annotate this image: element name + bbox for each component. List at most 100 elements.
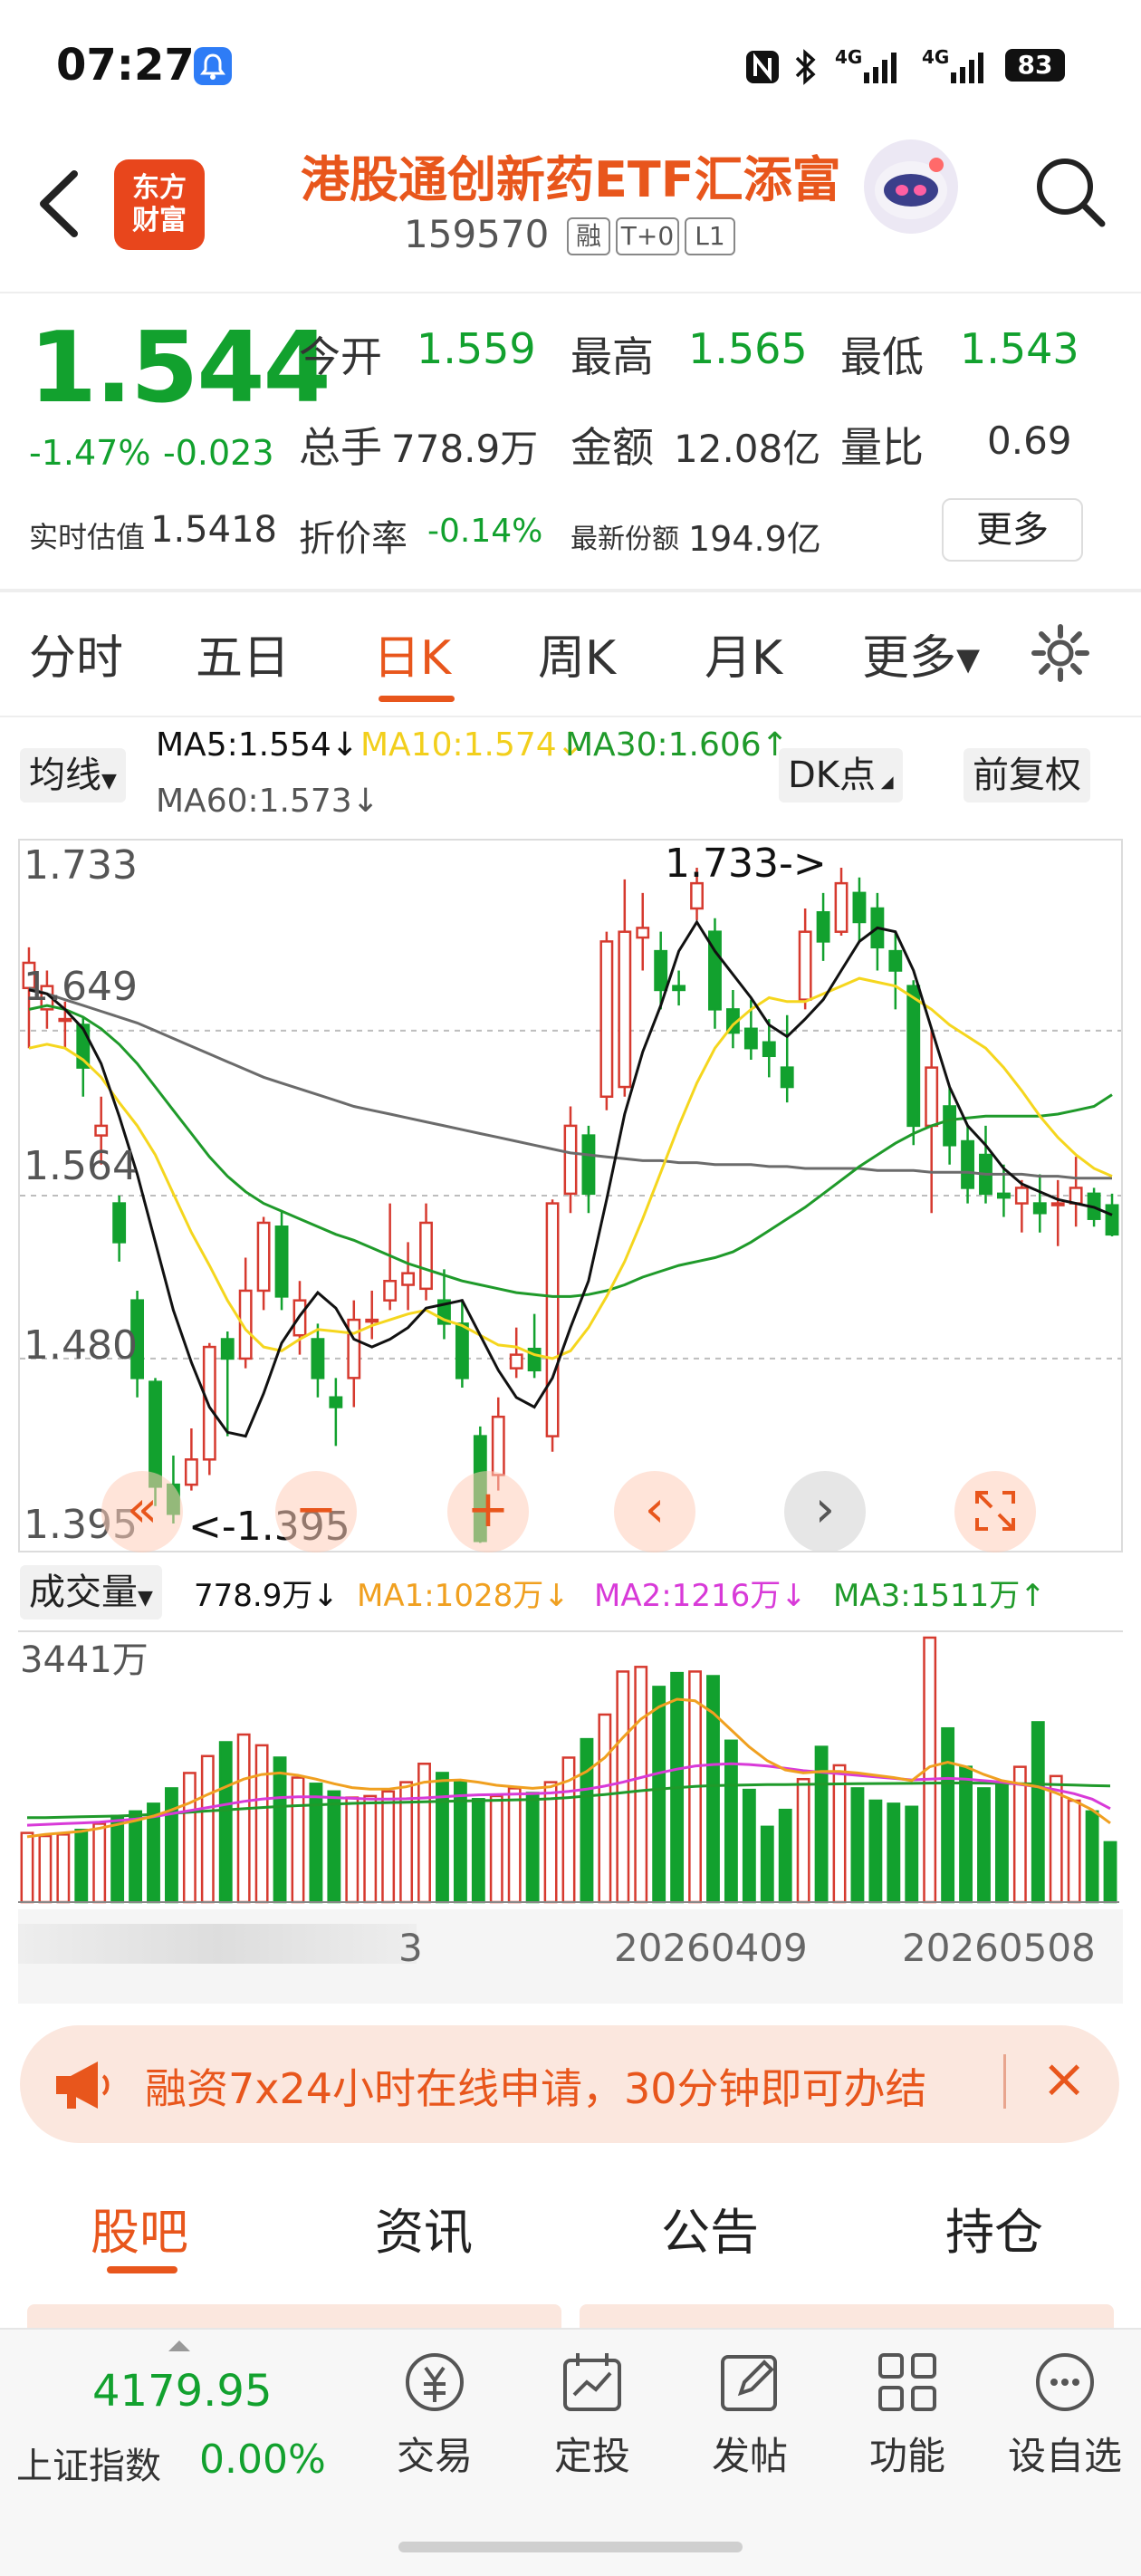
high-label: 最高 bbox=[570, 332, 654, 381]
tab-announcements[interactable]: 公告 bbox=[661, 2192, 759, 2264]
tab-monthly-k[interactable]: 月K bbox=[705, 620, 782, 687]
candle-body bbox=[581, 1134, 596, 1196]
rewind-button[interactable]: « bbox=[101, 1471, 183, 1552]
expand-up-icon[interactable] bbox=[168, 2341, 190, 2351]
y-tick-3: 1.564 bbox=[24, 1143, 138, 1189]
tab-weekly-k[interactable]: 周K bbox=[538, 620, 616, 687]
tab-daily-k[interactable]: 日K bbox=[373, 620, 451, 687]
volume-bar bbox=[345, 1796, 360, 1904]
invest-icon bbox=[556, 2346, 628, 2418]
dropdown-arrow-icon: ▼ bbox=[101, 770, 117, 793]
adjust-button[interactable]: 前复权 bbox=[964, 748, 1090, 803]
volume-bar bbox=[309, 1783, 323, 1904]
ratio-value: 0.69 bbox=[987, 418, 1072, 463]
signal-icon: 4G 4G bbox=[833, 45, 996, 92]
volume-bar bbox=[1103, 1841, 1117, 1904]
candle-body bbox=[762, 1041, 776, 1058]
post-icon bbox=[714, 2346, 786, 2418]
nav-function[interactable]: 功能 bbox=[835, 2346, 980, 2481]
fund-code: 159570 bbox=[404, 212, 550, 256]
tab-more-periods[interactable]: 更多▾ bbox=[862, 620, 980, 687]
tab-news[interactable]: 资讯 bbox=[375, 2192, 473, 2264]
ma-selector[interactable]: 均线▼ bbox=[20, 748, 126, 803]
dk-point-button[interactable]: DK点 ◢ bbox=[779, 748, 903, 803]
volume-bar bbox=[38, 1834, 53, 1904]
nav-post[interactable]: 发帖 bbox=[677, 2346, 822, 2481]
volume-selector[interactable]: 成交量▼ bbox=[20, 1565, 162, 1620]
nav-trade[interactable]: 交易 bbox=[362, 2346, 507, 2481]
battery-indicator: 83 bbox=[1005, 49, 1065, 82]
index-name[interactable]: 上证指数 bbox=[16, 2437, 161, 2489]
volume-bar bbox=[1012, 1765, 1027, 1904]
volume-bar bbox=[1067, 1799, 1081, 1904]
volume-value: 778.9万 bbox=[391, 427, 539, 471]
content-tab-indicator bbox=[107, 2266, 177, 2273]
robot-assistant-icon[interactable] bbox=[864, 139, 958, 234]
level-tag: L1 bbox=[685, 217, 735, 255]
chart-settings-button[interactable] bbox=[1029, 621, 1092, 688]
megaphone-icon bbox=[51, 2056, 116, 2118]
x-date-1: 20260409 bbox=[614, 1926, 808, 1970]
volume-bar bbox=[580, 1737, 594, 1904]
volume-current: 778.9万↓ bbox=[194, 1578, 339, 1614]
candle-body bbox=[888, 949, 903, 972]
forum-card-left[interactable] bbox=[27, 2304, 561, 2328]
active-tab-indicator bbox=[379, 696, 455, 702]
candle-body bbox=[925, 1066, 939, 1128]
volume-chart[interactable] bbox=[18, 1630, 1123, 1906]
volume-label: 总手 bbox=[299, 423, 382, 472]
candle-body bbox=[545, 1202, 560, 1437]
svg-text:4G: 4G bbox=[922, 46, 949, 68]
candle-body bbox=[94, 1124, 109, 1137]
forum-card-right[interactable] bbox=[580, 2304, 1114, 2328]
nav-invest[interactable]: 定投 bbox=[520, 2346, 665, 2481]
quote-more-button[interactable]: 更多 bbox=[942, 498, 1083, 562]
volume-bar bbox=[832, 1764, 847, 1904]
candle-body bbox=[654, 949, 668, 992]
candle-body bbox=[1014, 1187, 1029, 1205]
candle-body bbox=[58, 1017, 72, 1023]
volume-bar bbox=[20, 1831, 34, 1904]
candle-body bbox=[996, 1192, 1011, 1199]
back-button[interactable] bbox=[33, 163, 87, 245]
vol-ma3-legend: MA3:1511万↑ bbox=[833, 1578, 1046, 1614]
promo-close-button[interactable]: × bbox=[1041, 2047, 1087, 2110]
candle-body bbox=[220, 1338, 235, 1360]
tab-five-day[interactable]: 五日 bbox=[196, 620, 290, 687]
volume-bar bbox=[1085, 1810, 1099, 1904]
high-value: 1.565 bbox=[688, 324, 808, 373]
candle-body bbox=[743, 1027, 758, 1050]
tab-forum[interactable]: 股吧 bbox=[91, 2192, 188, 2264]
home-indicator bbox=[398, 2542, 743, 2552]
tab-holdings[interactable]: 持仓 bbox=[945, 2192, 1043, 2264]
candle-body bbox=[563, 1124, 578, 1196]
zoom-in-button[interactable]: + bbox=[447, 1471, 529, 1552]
volume-bar bbox=[905, 1805, 919, 1904]
shares-label: 最新份额 bbox=[570, 524, 679, 555]
scroll-left-button[interactable]: ‹ bbox=[614, 1471, 695, 1552]
ma5-legend: MA5:1.554↓ bbox=[156, 726, 359, 764]
tab-intraday[interactable]: 分时 bbox=[29, 620, 123, 687]
candle-body bbox=[401, 1272, 416, 1286]
nav-favorite[interactable]: 设自选 bbox=[992, 2346, 1137, 2481]
scroll-right-button[interactable]: › bbox=[784, 1471, 866, 1552]
quote-divider bbox=[0, 589, 1141, 592]
kline-chart[interactable] bbox=[18, 839, 1123, 1552]
zoom-out-button[interactable]: − bbox=[275, 1471, 357, 1552]
candle-body bbox=[149, 1380, 162, 1488]
volume-bar bbox=[887, 1802, 901, 1904]
ma-selector-label: 均线 bbox=[29, 755, 101, 796]
search-button[interactable] bbox=[1029, 150, 1110, 232]
max-price-marker: 1.733-> bbox=[665, 841, 827, 887]
fullscreen-button[interactable] bbox=[954, 1471, 1036, 1552]
nav-invest-label: 定投 bbox=[553, 2434, 630, 2478]
function-icon bbox=[871, 2346, 944, 2418]
index-value[interactable]: 4179.95 bbox=[92, 2366, 273, 2417]
iopv-value: 1.5418 bbox=[150, 509, 277, 551]
change-amount: -0.023 bbox=[163, 433, 274, 473]
chevron-left-icon bbox=[40, 170, 78, 237]
volume-max-label: 3441万 bbox=[20, 1639, 149, 1681]
open-value: 1.559 bbox=[417, 324, 536, 373]
gear-icon bbox=[1031, 624, 1089, 682]
candle-body bbox=[112, 1202, 127, 1244]
